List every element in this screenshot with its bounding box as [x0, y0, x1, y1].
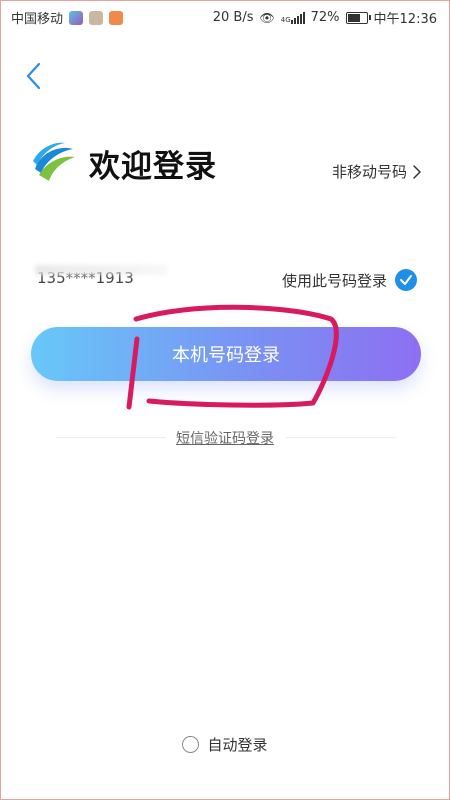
network-type: 4G: [280, 15, 291, 24]
chevron-right-icon: [413, 164, 421, 179]
page-title: 欢迎登录: [89, 149, 217, 185]
battery-icon: [345, 11, 371, 24]
redaction-blur: [35, 265, 167, 275]
carrier-label: 中国移动: [11, 12, 64, 27]
eye-icon: 👁: [259, 10, 275, 25]
non-mobile-number-label: 非移动号码: [331, 163, 407, 181]
status-bar: 中国移动 20 B/s 👁 4G 72% 中午12:36: [1, 1, 449, 33]
network-speed: 20 B/s: [212, 10, 254, 25]
notification-app-icon: [69, 10, 84, 25]
sms-login-link[interactable]: 短信验证码登录: [1, 428, 449, 448]
checkmark-icon: [395, 269, 417, 291]
auto-login-label: 自动登录: [207, 736, 268, 754]
use-this-number-option[interactable]: 使用此号码登录: [282, 269, 417, 291]
clock: 中午12:36: [373, 12, 437, 27]
use-this-number-label: 使用此号码登录: [281, 271, 387, 290]
signal-icon: [290, 11, 305, 24]
one-tap-login-button[interactable]: 本机号码登录: [31, 327, 421, 381]
auto-login-checkbox[interactable]: [182, 736, 200, 753]
notification-app-icon: [89, 10, 104, 25]
china-mobile-logo: [31, 139, 77, 185]
battery-percent: 72%: [310, 10, 340, 25]
notification-app-icon: [109, 10, 124, 25]
app-screen: 中国移动 20 B/s 👁 4G 72% 中午12:36 欢迎登录 非移动号码 …: [0, 0, 450, 800]
chevron-left-icon: [26, 62, 41, 90]
non-mobile-number-link[interactable]: 非移动号码: [332, 161, 421, 182]
auto-login-option[interactable]: 自动登录: [1, 734, 449, 755]
annotation-scribble: [126, 304, 339, 410]
back-button[interactable]: [19, 59, 49, 93]
